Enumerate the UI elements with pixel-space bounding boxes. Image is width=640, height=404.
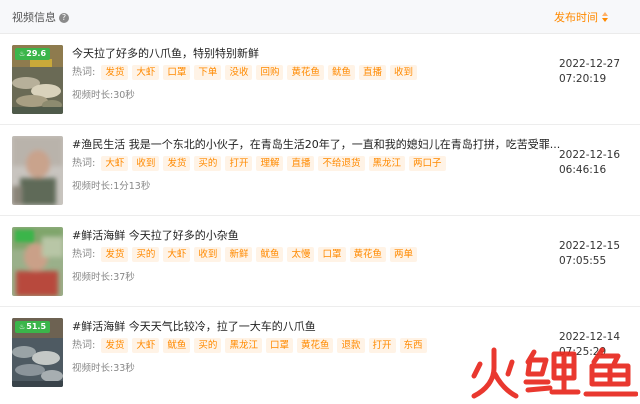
help-icon[interactable]: ? <box>59 13 69 23</box>
hot-word-tag[interactable]: 理解 <box>256 156 284 171</box>
hot-word-tag[interactable]: 鱿鱼 <box>327 65 355 80</box>
hot-word-tag[interactable]: 发货 <box>101 247 129 262</box>
duration-value: 33秒 <box>113 363 135 374</box>
video-thumbnail[interactable]: ♨51.5 <box>12 318 63 387</box>
sort-arrows-icon <box>602 12 610 22</box>
hot-words-label: 热词: <box>72 340 96 351</box>
hot-word-tag[interactable]: 直播 <box>287 156 315 171</box>
video-duration: 视频时长:33秒 <box>72 360 135 374</box>
publish-clock: 07:05:55 <box>559 255 607 267</box>
hot-word-tag[interactable]: 打开 <box>368 338 396 353</box>
duration-label: 视频时长: <box>72 272 114 283</box>
video-duration: 视频时长:1分13秒 <box>72 178 150 192</box>
hot-word-tag[interactable]: 打开 <box>225 156 253 171</box>
hot-word-tag[interactable]: 不给退货 <box>318 156 365 171</box>
publish-date: 2022-12-15 <box>559 240 621 252</box>
hot-word-tag[interactable]: 黄花鱼 <box>349 247 387 262</box>
video-thumbnail[interactable]: ♨29.6 <box>12 45 63 114</box>
publish-time: 2022-12-15 07:05:55 <box>559 239 620 269</box>
video-info-column-header: 视频信息? <box>12 9 69 25</box>
hot-word-tag[interactable]: 东西 <box>399 338 427 353</box>
video-title[interactable]: 今天拉了好多的八爪鱼，特别特别新鲜 <box>72 45 259 61</box>
hot-word-tag[interactable]: 鱿鱼 <box>163 338 191 353</box>
hot-word-tag[interactable]: 大虾 <box>163 247 191 262</box>
hot-word-tag[interactable]: 买的 <box>194 338 222 353</box>
hot-word-tag[interactable]: 下单 <box>194 65 222 80</box>
duration-label: 视频时长: <box>72 90 114 101</box>
duration-label: 视频时长: <box>72 181 114 192</box>
hot-words-label: 热词: <box>72 158 96 169</box>
hot-word-tag[interactable]: 口罩 <box>318 247 346 262</box>
video-row[interactable]: #渔民生活 我是一个东北的小伙子，在青岛生活20年了，一直和我的媳妇儿在青岛打拼… <box>0 126 640 216</box>
table-header: 视频信息? 发布时间 <box>0 0 640 34</box>
hot-words-label: 热词: <box>72 67 96 78</box>
hot-words: 热词: 发货 大虾 鱿鱼 买的 黑龙江 口罩 黄花鱼 退款 打开 东西 <box>72 338 431 354</box>
hot-word-tag[interactable]: 收到 <box>132 156 160 171</box>
hot-word-tag[interactable]: 新鲜 <box>225 247 253 262</box>
hot-word-tag[interactable]: 大虾 <box>132 65 160 80</box>
video-row[interactable]: ♨29.6 今天拉了好多的八爪鱼，特别特别新鲜 热词: 发货 大虾 口罩 下单 没收 回购黄… <box>0 35 640 125</box>
video-title[interactable]: #鲜活海鲜 今天天气比较冷，拉了一大车的八爪鱼 <box>72 318 316 334</box>
hot-word-tag[interactable]: 发货 <box>101 338 129 353</box>
video-thumbnail[interactable] <box>12 136 63 205</box>
score-badge: ♨29.6 <box>15 48 51 60</box>
video-thumbnail[interactable] <box>12 227 63 296</box>
publish-time: 2022-12-16 06:46:16 <box>559 148 620 178</box>
hot-word-tag[interactable]: 黄花鱼 <box>287 65 324 80</box>
publish-time-sort-button[interactable]: 发布时间 <box>554 9 610 25</box>
video-duration: 视频时长:37秒 <box>72 269 135 283</box>
hot-words: 热词: 发货 大虾 口罩 下单 没收 回购 黄花鱼 鱿鱼 直播 收到 <box>72 65 421 81</box>
hot-word-tag[interactable]: 口罩 <box>265 338 293 353</box>
hot-word-tag[interactable]: 直播 <box>359 65 387 80</box>
publish-date: 2022-12-16 <box>559 149 621 161</box>
publish-time-label: 发布时间 <box>554 11 598 24</box>
hot-words: 热词: 大虾 收到 发货 买的 打开 理解 直播 不给退货 黑龙江 两口子 <box>72 156 450 172</box>
hot-word-tag[interactable]: 黑龙江 <box>368 156 406 171</box>
video-title[interactable]: #渔民生活 我是一个东北的小伙子，在青岛生活20年了，一直和我的媳妇儿在青岛打拼… <box>72 136 560 152</box>
publish-clock: 06:46:16 <box>559 164 607 176</box>
duration-value: 1分13秒 <box>113 181 151 192</box>
hot-word-tag[interactable]: 黑龙江 <box>225 338 262 353</box>
hot-word-tag[interactable]: 黄花鱼 <box>296 338 334 353</box>
score-badge <box>15 230 35 242</box>
duration-value: 30秒 <box>113 90 135 101</box>
hot-words-label: 热词: <box>72 249 96 260</box>
hot-word-tag[interactable]: 太慢 <box>287 247 315 262</box>
flame-icon: ♨ <box>19 50 26 58</box>
video-title[interactable]: #鲜活海鲜 今天拉了好多的小杂鱼 <box>72 227 239 243</box>
hot-word-tag[interactable]: 大虾 <box>101 156 129 171</box>
hot-word-tag[interactable]: 大虾 <box>132 338 160 353</box>
hot-word-tag[interactable]: 两单 <box>390 247 418 262</box>
hot-word-tag[interactable]: 收到 <box>390 65 418 80</box>
hot-word-tag[interactable]: 买的 <box>194 156 222 171</box>
hot-word-tag[interactable]: 发货 <box>163 156 191 171</box>
score-badge: ♨51.5 <box>15 321 51 333</box>
publish-date: 2022-12-14 <box>559 331 621 343</box>
hot-word-tag[interactable]: 买的 <box>132 247 160 262</box>
hot-word-tag[interactable]: 没收 <box>225 65 253 80</box>
hot-word-tag[interactable]: 鱿鱼 <box>256 247 284 262</box>
score-value: 51.5 <box>26 322 47 331</box>
hot-word-tag[interactable]: 口罩 <box>163 65 191 80</box>
flame-icon: ♨ <box>19 323 26 331</box>
duration-value: 37秒 <box>113 272 135 283</box>
watermark-logo <box>468 344 639 400</box>
hot-word-tag[interactable]: 退款 <box>337 338 365 353</box>
publish-time: 2022-12-27 07:20:19 <box>559 57 620 87</box>
video-info-label: 视频信息 <box>12 11 56 24</box>
hot-word-tag[interactable]: 两口子 <box>409 156 446 171</box>
publish-clock: 07:20:19 <box>559 73 607 85</box>
score-value: 29.6 <box>26 49 47 58</box>
hot-word-tag[interactable]: 收到 <box>194 247 222 262</box>
duration-label: 视频时长: <box>72 363 114 374</box>
hot-words: 热词: 发货 买的 大虾 收到 新鲜 鱿鱼 太慢 口罩 黄花鱼 两单 <box>72 247 421 263</box>
video-row[interactable]: #鲜活海鲜 今天拉了好多的小杂鱼 热词: 发货 买的 大虾 收到 新鲜 鱿鱼 太慢 口罩 黄花鱼两… <box>0 217 640 307</box>
video-duration: 视频时长:30秒 <box>72 87 135 101</box>
hot-word-tag[interactable]: 发货 <box>101 65 129 80</box>
publish-date: 2022-12-27 <box>559 58 621 70</box>
hot-word-tag[interactable]: 回购 <box>256 65 284 80</box>
